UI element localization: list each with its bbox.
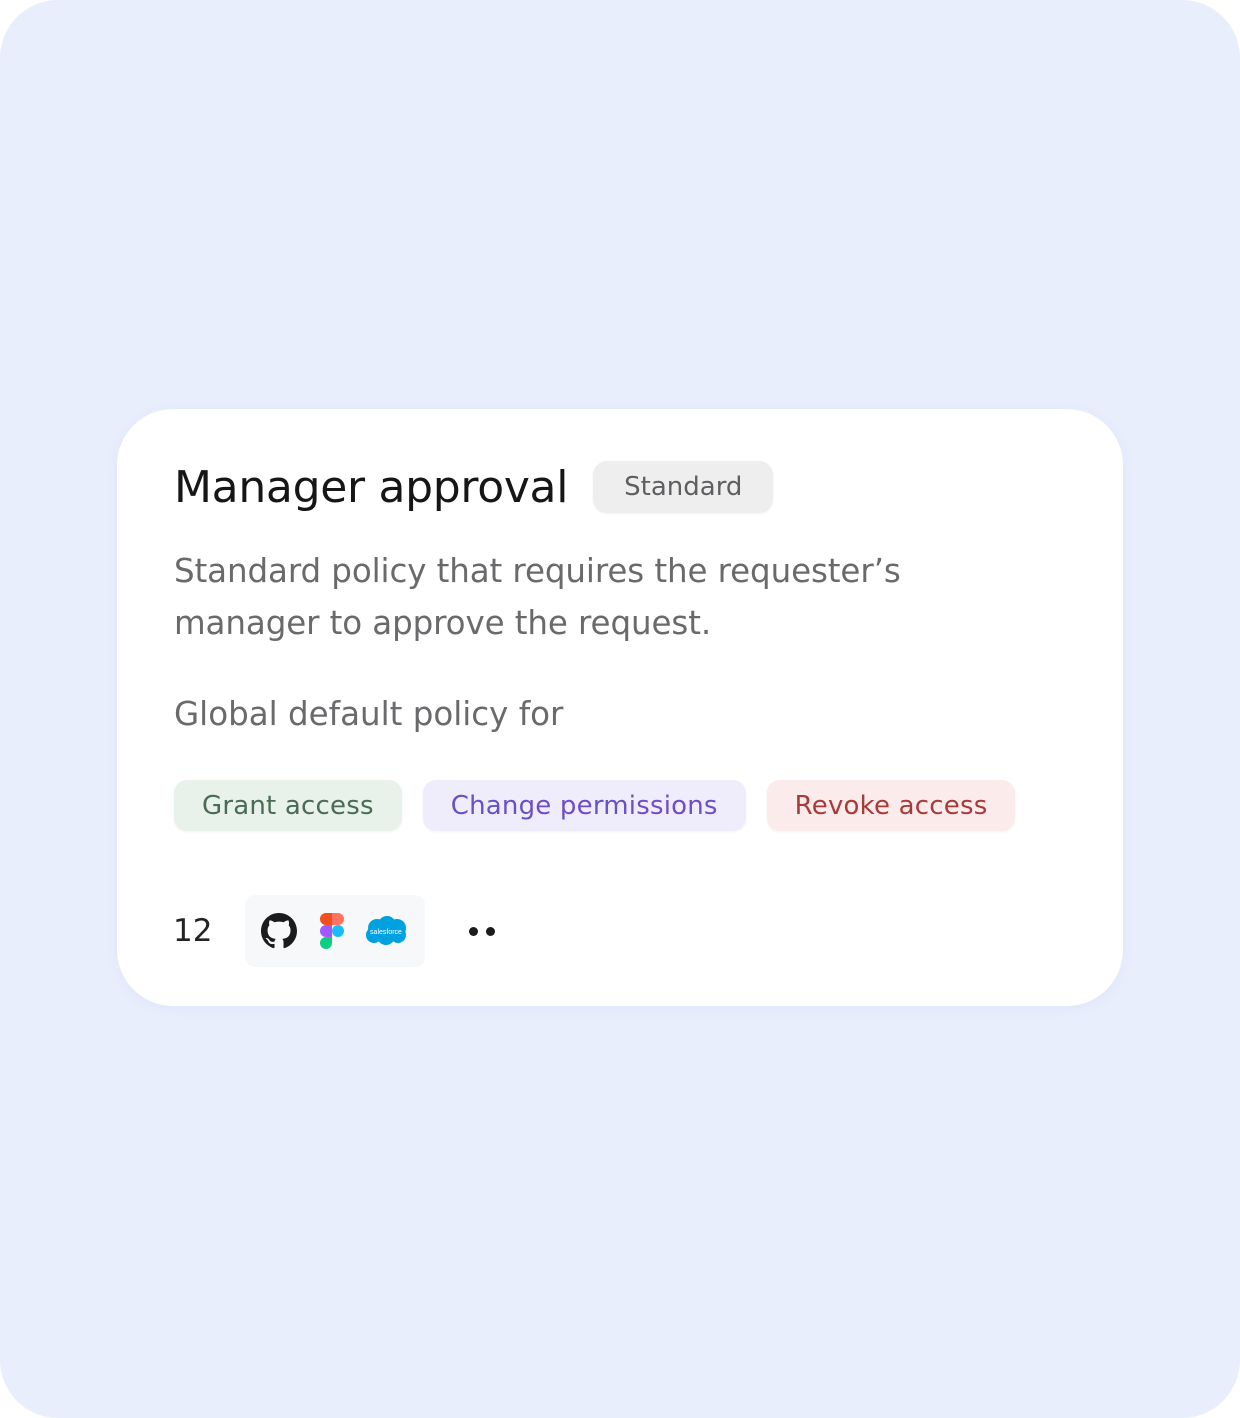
policy-title: Manager approval	[174, 461, 569, 513]
page-background: Manager approval Standard Standard polic…	[0, 0, 1240, 1418]
revoke-access-chip[interactable]: Revoke access	[766, 780, 1016, 831]
policy-card[interactable]: Manager approval Standard Standard polic…	[117, 409, 1123, 1006]
policy-footer: 12 salesforce	[173, 895, 495, 967]
salesforce-logo-text: salesforce	[370, 929, 402, 936]
more-dot	[486, 926, 495, 936]
policy-description: Standard policy that requires the reques…	[174, 552, 901, 642]
figma-icon	[319, 913, 345, 949]
grant-access-chip[interactable]: Grant access	[174, 780, 402, 831]
action-chips: Grant access Change permissions Revoke a…	[174, 780, 1016, 831]
change-permissions-chip[interactable]: Change permissions	[422, 780, 746, 831]
more-dots-icon[interactable]	[469, 919, 495, 943]
global-default-label: Global default policy for	[174, 695, 564, 733]
salesforce-icon: salesforce	[363, 915, 409, 947]
app-count: 12	[173, 913, 213, 949]
policy-header: Manager approval Standard	[174, 457, 774, 517]
policy-type-badge: Standard	[593, 461, 774, 513]
github-icon	[261, 913, 297, 949]
more-dot	[469, 926, 478, 936]
app-icons-group[interactable]: salesforce	[245, 895, 425, 967]
